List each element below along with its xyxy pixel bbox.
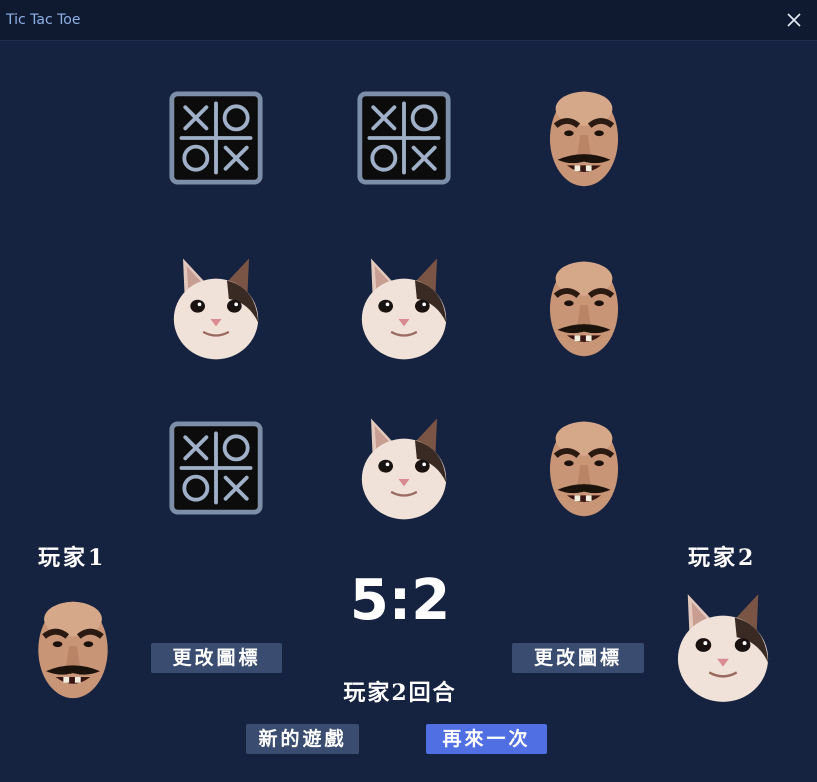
- player2-avatar: [674, 588, 772, 706]
- empty-board-icon: [356, 90, 452, 186]
- board-cell-2-2[interactable]: [354, 253, 454, 363]
- man-face-icon: [33, 596, 113, 702]
- change-icon-button-p2[interactable]: 更改圖標: [512, 643, 644, 673]
- board-cell-3-2[interactable]: [354, 413, 454, 523]
- board-cell-1-3[interactable]: [534, 83, 634, 193]
- cat-face-icon: [674, 588, 772, 706]
- cat-face-icon: [358, 413, 450, 523]
- board-cell-2-1[interactable]: [166, 253, 266, 363]
- window-title: Tic Tac Toe: [6, 12, 81, 28]
- man-face-icon: [546, 416, 622, 520]
- board-cell-3-3[interactable]: [534, 413, 634, 523]
- board-cell-1-2[interactable]: [354, 83, 454, 193]
- new-game-button[interactable]: 新的遊戲: [246, 724, 359, 754]
- man-face-icon: [546, 86, 622, 190]
- board-cell-2-3[interactable]: [534, 253, 634, 363]
- cat-face-icon: [358, 253, 450, 363]
- close-button[interactable]: [781, 7, 807, 33]
- player2-label: 玩家2: [688, 545, 757, 571]
- man-face-icon: [546, 256, 622, 360]
- close-icon: [787, 13, 801, 27]
- player1-label: 玩家1: [38, 545, 107, 571]
- change-icon-button-p1[interactable]: 更改圖標: [151, 643, 282, 673]
- empty-board-icon: [168, 420, 264, 516]
- score-display: 5:2: [349, 568, 451, 633]
- board-cell-3-1[interactable]: [166, 413, 266, 523]
- cat-face-icon: [170, 253, 262, 363]
- title-bar: Tic Tac Toe: [0, 0, 817, 41]
- board-cell-1-1[interactable]: [166, 83, 266, 193]
- play-again-button[interactable]: 再來一次: [426, 724, 547, 754]
- turn-indicator: 玩家2回合: [343, 680, 457, 706]
- empty-board-icon: [168, 90, 264, 186]
- player1-avatar: [33, 596, 113, 702]
